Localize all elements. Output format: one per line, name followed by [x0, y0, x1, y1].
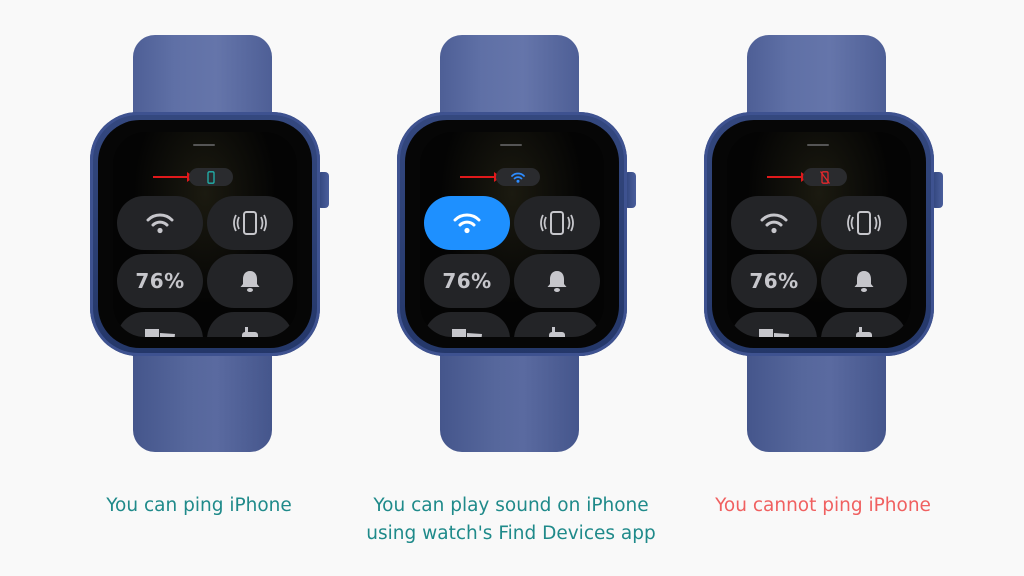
caption-cannot-ping: You cannot ping iPhone: [663, 492, 983, 520]
silent-mode-toggle[interactable]: [514, 254, 600, 308]
caption-line: You cannot ping iPhone: [715, 495, 931, 516]
walkie-talkie-icon: [856, 327, 872, 337]
wifi-connected-icon: [511, 172, 525, 183]
status-pill: [496, 168, 540, 186]
watch-case: 76%: [90, 112, 320, 356]
watch-band-bottom: [133, 340, 272, 452]
bell-icon: [854, 271, 874, 292]
walkie-talkie-icon: [242, 327, 258, 337]
ping-iphone-button[interactable]: [514, 196, 600, 250]
theater-masks-icon: [145, 329, 175, 337]
battery-percentage: 76%: [442, 269, 492, 293]
watch-band-bottom: [440, 340, 579, 452]
silent-mode-toggle[interactable]: [207, 254, 293, 308]
watch-band-bottom: [747, 340, 886, 452]
watch-case: 76%: [397, 112, 627, 356]
watch-bezel: 76%: [712, 120, 926, 348]
red-arrow-annotation: [767, 172, 808, 182]
wifi-icon: [453, 213, 481, 234]
caption-play-sound: You can play sound on iPhone using watch…: [351, 492, 671, 548]
status-pill: [803, 168, 847, 186]
ping-iphone-button[interactable]: [821, 196, 907, 250]
wifi-icon: [146, 213, 174, 234]
grabber-handle[interactable]: [500, 144, 522, 146]
wifi-toggle[interactable]: [117, 196, 203, 250]
ping-iphone-button[interactable]: [207, 196, 293, 250]
control-center-screen: 76%: [727, 132, 911, 337]
walkie-talkie-toggle[interactable]: [821, 312, 907, 337]
caption-line-2: using watch's Find Devices app: [366, 523, 656, 544]
theater-mode-toggle[interactable]: [424, 312, 510, 337]
walkie-talkie-toggle[interactable]: [207, 312, 293, 337]
watch-disconnected-iphone: 76%: [704, 0, 964, 470]
grabber-handle[interactable]: [193, 144, 215, 146]
battery-tile[interactable]: 76%: [731, 254, 817, 308]
theater-masks-icon: [452, 329, 482, 337]
battery-tile[interactable]: 76%: [424, 254, 510, 308]
silent-mode-toggle[interactable]: [821, 254, 907, 308]
battery-tile[interactable]: 76%: [117, 254, 203, 308]
theater-mode-toggle[interactable]: [731, 312, 817, 337]
ping-iphone-icon: [847, 211, 881, 235]
status-pill: [189, 168, 233, 186]
watch-wifi-connected: 76%: [397, 0, 657, 470]
watch-bezel: 76%: [405, 120, 619, 348]
theater-masks-icon: [759, 329, 789, 337]
iphone-connected-icon: [207, 170, 215, 184]
wifi-icon: [760, 213, 788, 234]
bell-icon: [240, 271, 260, 292]
watch-connected-iphone: 76%: [90, 0, 350, 470]
wifi-toggle[interactable]: [731, 196, 817, 250]
battery-percentage: 76%: [749, 269, 799, 293]
ping-iphone-icon: [540, 211, 574, 235]
bell-icon: [547, 271, 567, 292]
walkie-talkie-toggle[interactable]: [514, 312, 600, 337]
wifi-toggle[interactable]: [424, 196, 510, 250]
red-arrow-annotation: [460, 172, 501, 182]
caption-line: You can play sound on iPhone: [373, 495, 649, 516]
watch-case: 76%: [704, 112, 934, 356]
caption-can-ping: You can ping iPhone: [39, 492, 359, 520]
grabber-handle[interactable]: [807, 144, 829, 146]
walkie-talkie-icon: [549, 327, 565, 337]
ping-iphone-icon: [233, 211, 267, 235]
red-arrow-annotation: [153, 172, 194, 182]
caption-line: You can ping iPhone: [106, 495, 292, 516]
iphone-disconnected-icon: [820, 170, 830, 184]
control-center-screen: 76%: [113, 132, 297, 337]
watch-bezel: 76%: [98, 120, 312, 348]
theater-mode-toggle[interactable]: [117, 312, 203, 337]
battery-percentage: 76%: [135, 269, 185, 293]
control-center-screen: 76%: [420, 132, 604, 337]
